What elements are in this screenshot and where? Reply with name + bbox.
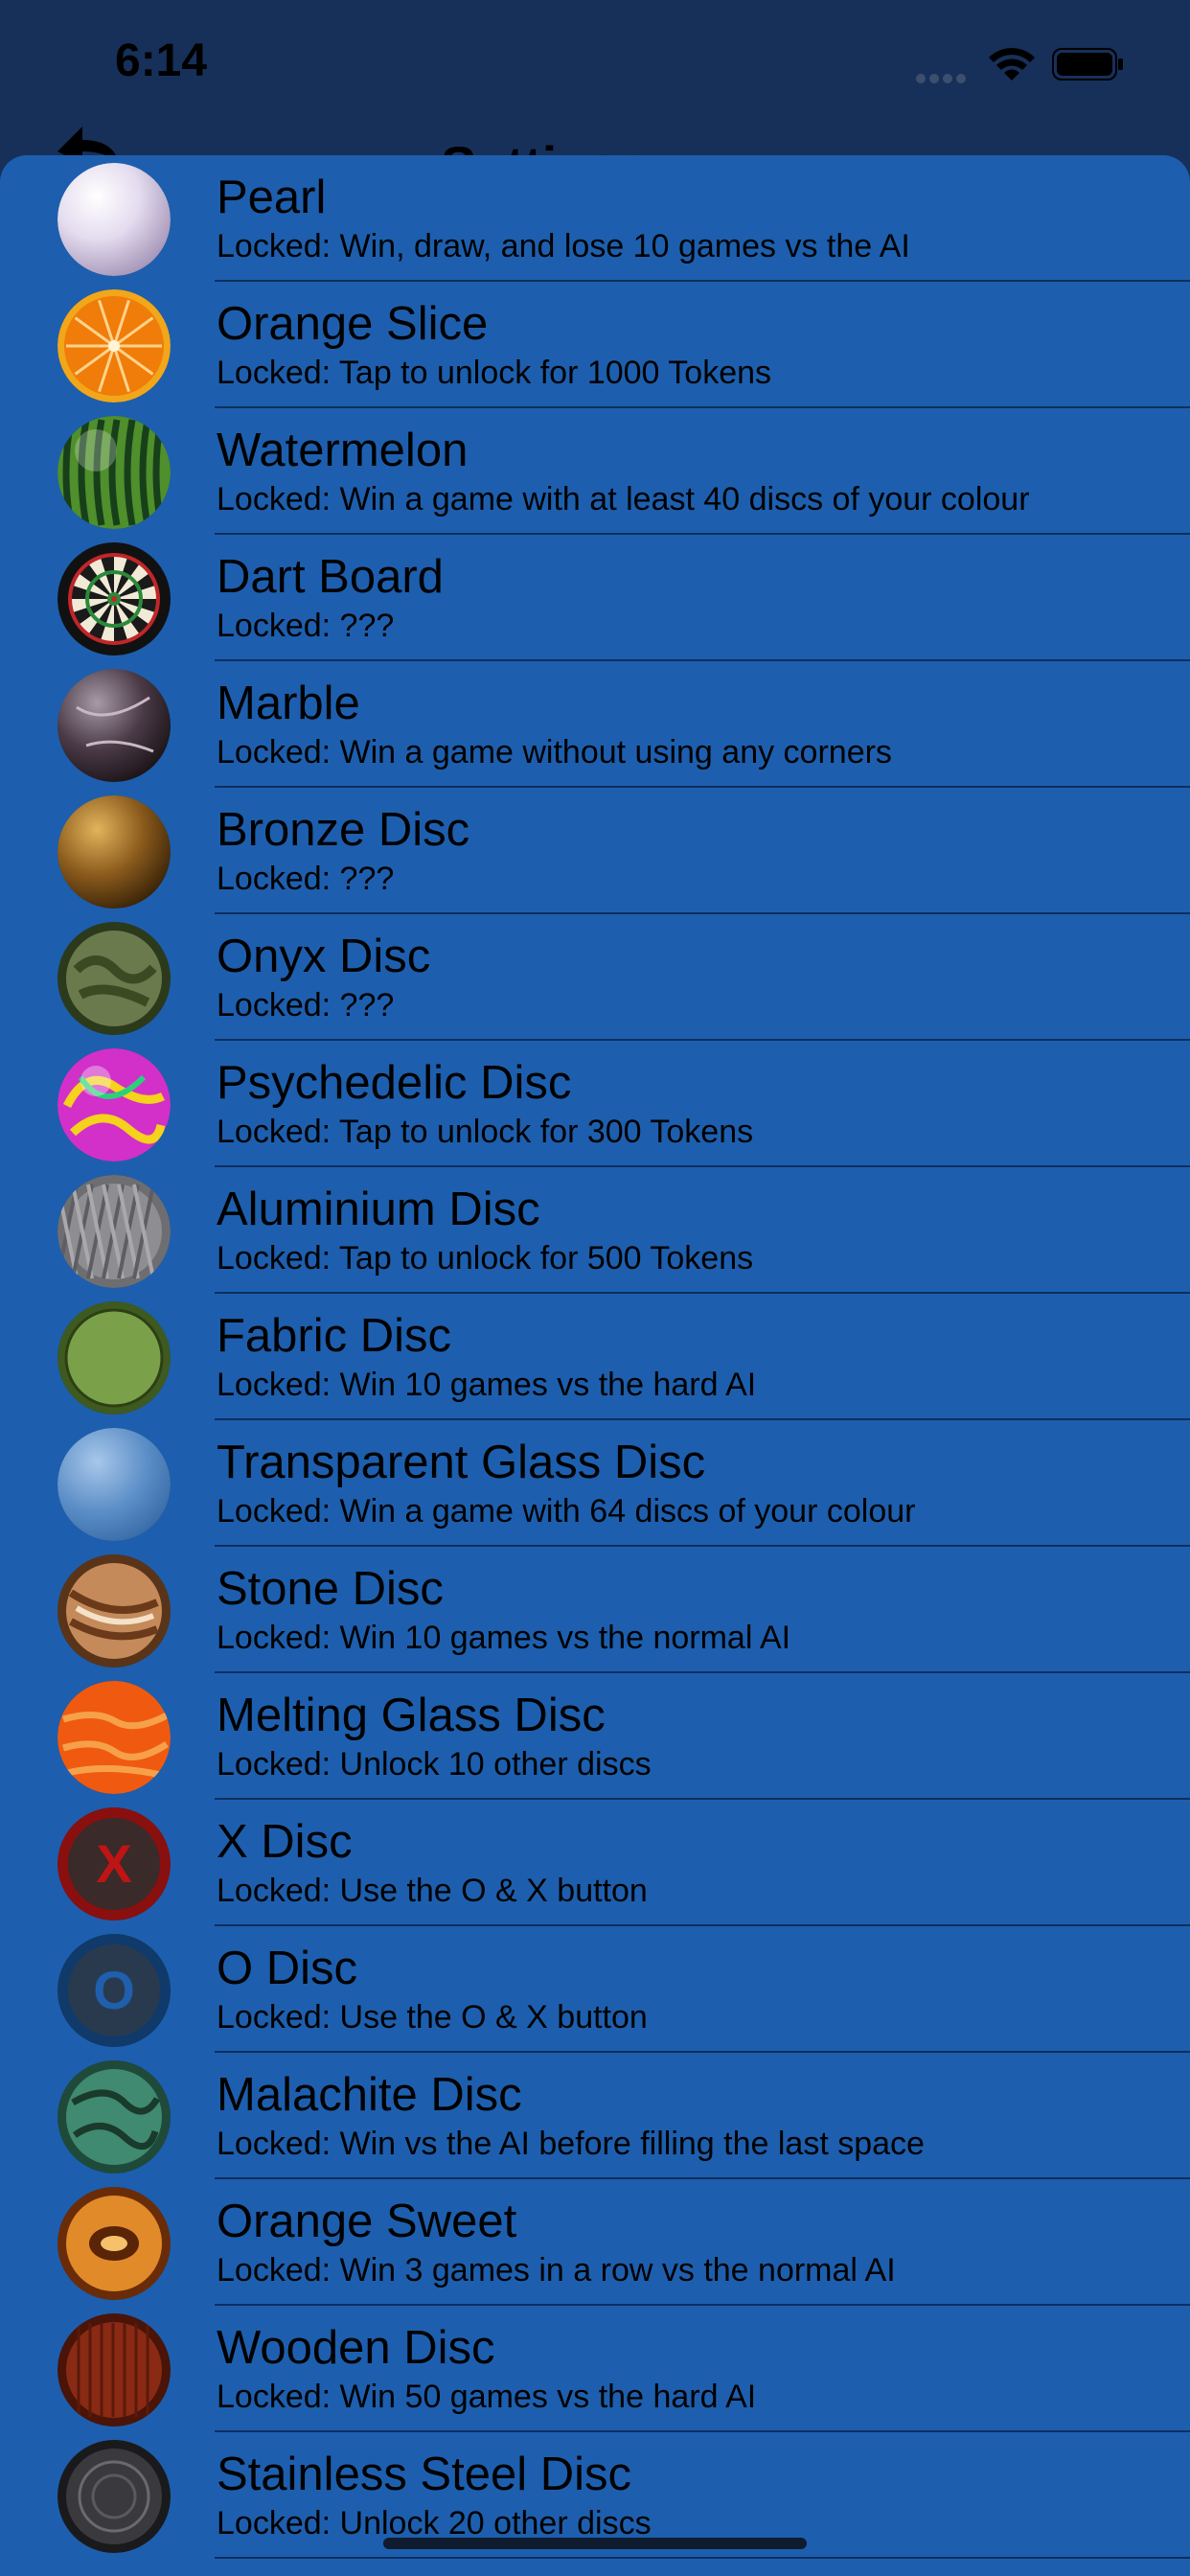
wooden-disc-icon (57, 2313, 171, 2426)
home-indicator (383, 2538, 807, 2549)
disc-row[interactable]: Onyx Disc Locked: ??? (0, 914, 1190, 1041)
disc-unlock-requirement: Locked: Tap to unlock for 500 Tokens (217, 1240, 754, 1276)
disc-row[interactable]: Transparent Glass Disc Locked: Win a game… (0, 1420, 1190, 1547)
disc-title: Psychedelic Disc (217, 1057, 572, 1109)
disc-title: Melting Glass Disc (217, 1690, 606, 1741)
disc-row[interactable]: Watermelon Locked: Win a game with at lea… (0, 408, 1190, 535)
disc-row[interactable]: Aluminium Disc Locked: Tap to unlock for … (0, 1167, 1190, 1294)
disc-title: Aluminium Disc (217, 1184, 540, 1235)
disc-title: Pearl (217, 172, 327, 223)
disc-row[interactable]: Bronze Disc Locked: ??? (0, 788, 1190, 914)
status-bar: 6:14 (0, 0, 1190, 134)
disc-unlock-requirement: Locked: Win 10 games vs the normal AI (217, 1620, 791, 1656)
disc-row[interactable]: O O Disc Locked: Use the O & X button (0, 1926, 1190, 2053)
disc-title: Wooden Disc (217, 2322, 495, 2374)
disc-title: Dart Board (217, 551, 444, 603)
watermelon-disc-icon (57, 416, 171, 529)
dart-board-disc-icon (57, 542, 171, 656)
orange-slice-disc-icon (57, 289, 171, 402)
disc-unlock-requirement: Locked: Win vs the AI before filling the… (217, 2126, 925, 2162)
melting-glass-disc-icon (57, 1681, 171, 1794)
row-divider (215, 2557, 1190, 2559)
disc-row[interactable]: Stone Disc Locked: Win 10 games vs the no… (0, 1547, 1190, 1673)
disc-title: Onyx Disc (217, 931, 431, 982)
disc-row[interactable]: Fabric Disc Locked: Win 10 games vs the h… (0, 1294, 1190, 1420)
disc-title: Bronze Disc (217, 804, 470, 856)
disc-row[interactable]: Psychedelic Disc Locked: Tap to unlock fo… (0, 1041, 1190, 1167)
disc-title: Watermelon (217, 425, 469, 476)
onyx-disc-icon (57, 922, 171, 1035)
disc-title: O Disc (217, 1943, 357, 1994)
disc-unlock-requirement: Locked: Tap to unlock for 1000 Tokens (217, 355, 772, 391)
disc-unlock-requirement: Locked: Win, draw, and lose 10 games vs … (217, 228, 910, 264)
marble-disc-icon (57, 669, 171, 782)
disc-unlock-requirement: Locked: Win 10 games vs the hard AI (217, 1367, 757, 1403)
disc-unlock-requirement: Locked: ??? (217, 987, 395, 1024)
x-disc-icon: X (57, 1807, 171, 1920)
disc-unlock-requirement: Locked: ??? (217, 861, 395, 897)
disc-unlock-requirement: Locked: Win a game without using any cor… (217, 734, 892, 770)
disc-unlock-requirement: Locked: ??? (217, 608, 395, 644)
aluminium-disc-icon (57, 1175, 171, 1288)
disc-unlock-requirement: Locked: Win 3 games in a row vs the norm… (217, 2252, 896, 2288)
disc-row[interactable]: Wooden Disc Locked: Win 50 games vs the h… (0, 2306, 1190, 2432)
disc-row[interactable]: Dart Board Locked: ??? (0, 535, 1190, 661)
disc-title: Orange Slice (217, 298, 489, 350)
status-time: 6:14 (115, 35, 208, 86)
disc-row[interactable]: Marble Locked: Win a game without using a… (0, 661, 1190, 788)
malachite-disc-icon (57, 2060, 171, 2174)
disc-list: Pearl Locked: Win, draw, and lose 10 game… (0, 155, 1190, 2559)
orange-sweet-disc-icon (57, 2187, 171, 2300)
disc-title: X Disc (217, 1816, 353, 1868)
cellular-signal-icon (916, 71, 972, 83)
o-disc-icon: O (57, 1934, 171, 2047)
disc-row[interactable]: Malachite Disc Locked: Win vs the AI befo… (0, 2053, 1190, 2179)
disc-unlock-requirement: Locked: Win 50 games vs the hard AI (217, 2379, 757, 2415)
disc-unlock-requirement: Locked: Win a game with 64 discs of your… (217, 1493, 916, 1530)
disc-row[interactable]: Orange Sweet Locked: Win 3 games in a row… (0, 2179, 1190, 2306)
disc-unlock-requirement: Locked: Use the O & X button (217, 1873, 648, 1909)
disc-title: Transparent Glass Disc (217, 1437, 706, 1488)
disc-title: Fabric Disc (217, 1310, 452, 1362)
disc-row[interactable]: X X Disc Locked: Use the O & X button (0, 1800, 1190, 1926)
pearl-disc-icon (57, 163, 171, 276)
transparent-glass-disc-icon (57, 1428, 171, 1541)
battery-icon (1052, 48, 1125, 80)
disc-unlock-requirement: Locked: Win a game with at least 40 disc… (217, 481, 1030, 518)
disc-row[interactable]: Orange Slice Locked: Tap to unlock for 10… (0, 282, 1190, 408)
fabric-disc-icon (57, 1301, 171, 1414)
stone-disc-icon (57, 1554, 171, 1668)
disc-row[interactable]: Pearl Locked: Win, draw, and lose 10 game… (0, 155, 1190, 282)
disc-selection-sheet: Pearl Locked: Win, draw, and lose 10 game… (0, 155, 1190, 2576)
disc-row[interactable]: Melting Glass Disc Locked: Unlock 10 othe… (0, 1673, 1190, 1800)
disc-unlock-requirement: Locked: Tap to unlock for 300 Tokens (217, 1114, 754, 1150)
disc-title: Stainless Steel Disc (217, 2449, 632, 2500)
disc-unlock-requirement: Locked: Use the O & X button (217, 1999, 648, 2036)
psychedelic-disc-icon (57, 1048, 171, 1162)
disc-title: Stone Disc (217, 1563, 444, 1615)
svg-text:O: O (93, 1960, 135, 2020)
stainless-steel-disc-icon (57, 2440, 171, 2553)
disc-title: Marble (217, 678, 360, 729)
svg-text:X: X (96, 1833, 131, 1894)
disc-title: Malachite Disc (217, 2069, 522, 2121)
disc-title: Orange Sweet (217, 2196, 517, 2247)
wifi-icon (987, 44, 1037, 82)
bronze-disc-icon (57, 795, 171, 908)
disc-unlock-requirement: Locked: Unlock 10 other discs (217, 1746, 652, 1782)
